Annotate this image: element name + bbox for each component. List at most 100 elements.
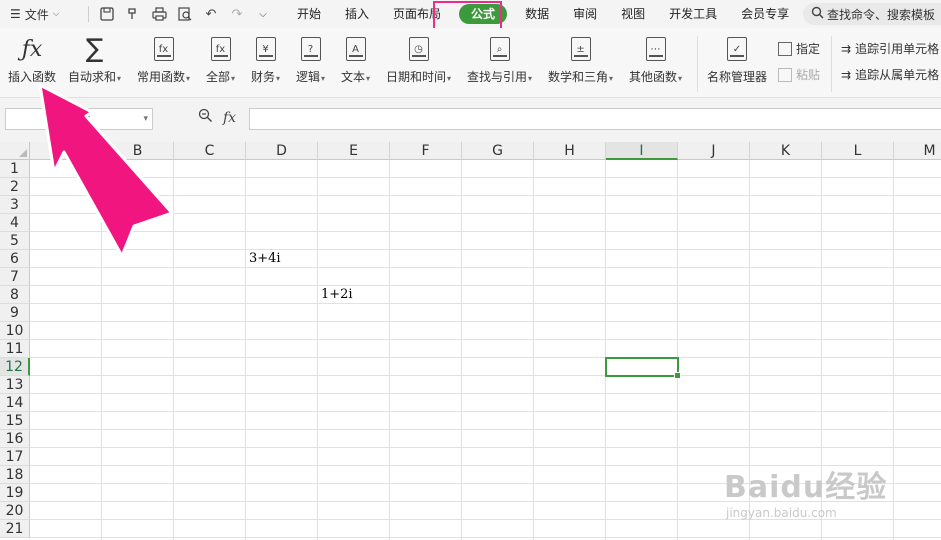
logic-functions-button[interactable]: ? 逻辑▾ bbox=[296, 34, 325, 85]
row-header-8[interactable]: 8 bbox=[0, 286, 30, 304]
plus-minus-icon: ± bbox=[570, 37, 591, 61]
tab-view[interactable]: 视图 bbox=[609, 0, 657, 28]
search-placeholder: 查找命令、搜索模板 bbox=[827, 7, 936, 22]
command-search[interactable]: 查找命令、搜索模板 bbox=[803, 3, 941, 25]
datetime-label: 日期和时间 bbox=[386, 70, 447, 84]
math-label: 数学和三角 bbox=[548, 70, 609, 84]
caret-icon: ▾ bbox=[528, 74, 533, 83]
caret-icon: ▾ bbox=[231, 74, 236, 83]
more-dots-icon: ⋯ bbox=[645, 37, 666, 61]
trace-dependents-button[interactable]: ⇉ 追踪从属单元格 bbox=[841, 66, 939, 83]
row-header-20[interactable]: 20 bbox=[0, 502, 30, 520]
redo-icon[interactable]: ↷ bbox=[225, 2, 249, 26]
tab-developer[interactable]: 开发工具 bbox=[657, 0, 729, 28]
grid-icon bbox=[778, 41, 792, 56]
format-painter-icon[interactable] bbox=[121, 2, 145, 26]
tab-member[interactable]: 会员专享 bbox=[729, 0, 801, 28]
caret-icon: ▾ bbox=[366, 74, 371, 83]
assign-name-button[interactable]: 指定 bbox=[778, 40, 820, 57]
undo-icon[interactable]: ↶ bbox=[199, 2, 223, 26]
column-header-h[interactable]: H bbox=[534, 142, 606, 160]
letter-a-icon: A bbox=[345, 37, 366, 61]
divider bbox=[831, 36, 832, 92]
chevron-down-icon: ▾ bbox=[143, 114, 148, 124]
row-header-12[interactable]: 12 bbox=[0, 358, 30, 376]
cell-d6[interactable]: 3+4i bbox=[246, 250, 281, 268]
star-function-icon: fx bbox=[153, 37, 174, 61]
row-header-7[interactable]: 7 bbox=[0, 268, 30, 286]
column-header-k[interactable]: K bbox=[750, 142, 822, 160]
column-header-g[interactable]: G bbox=[462, 142, 534, 160]
row-header-4[interactable]: 4 bbox=[0, 214, 30, 232]
selected-cell[interactable] bbox=[605, 357, 681, 379]
file-menu-label: 文件 bbox=[24, 7, 49, 22]
row-header-17[interactable]: 17 bbox=[0, 448, 30, 466]
name-manager-button[interactable]: ✓ 名称管理器 bbox=[707, 34, 767, 85]
name-manager-label: 名称管理器 bbox=[707, 70, 768, 84]
row-header-5[interactable]: 5 bbox=[0, 232, 30, 250]
row-header-1[interactable]: 1 bbox=[0, 160, 30, 178]
row-header-14[interactable]: 14 bbox=[0, 394, 30, 412]
customize-toolbar-icon[interactable]: ⌵ bbox=[251, 2, 275, 26]
column-header-e[interactable]: E bbox=[318, 142, 390, 160]
formula-input[interactable] bbox=[249, 108, 941, 130]
column-header-l[interactable]: L bbox=[822, 142, 894, 160]
print-preview-icon[interactable] bbox=[173, 2, 197, 26]
print-icon[interactable] bbox=[147, 2, 171, 26]
text-functions-button[interactable]: A 文本▾ bbox=[341, 34, 370, 85]
finance-functions-button[interactable]: ¥ 财务▾ bbox=[251, 34, 280, 85]
row-header-2[interactable]: 2 bbox=[0, 178, 30, 196]
column-header-j[interactable]: J bbox=[678, 142, 750, 160]
column-header-b[interactable]: B bbox=[102, 142, 174, 160]
column-header-m[interactable]: M bbox=[894, 142, 941, 160]
caret-icon: ▾ bbox=[678, 74, 683, 83]
insert-function-button[interactable]: ƒx 插入函数 bbox=[8, 34, 56, 85]
common-functions-button[interactable]: fx 常用函数▾ bbox=[137, 34, 190, 85]
lookup-functions-button[interactable]: ⌕ 查找与引用▾ bbox=[467, 34, 532, 85]
row-header-18[interactable]: 18 bbox=[0, 466, 30, 484]
datetime-functions-button[interactable]: ◷ 日期和时间▾ bbox=[386, 34, 451, 85]
all-functions-button[interactable]: fx 全部▾ bbox=[206, 34, 235, 85]
math-functions-button[interactable]: ± 数学和三角▾ bbox=[548, 34, 613, 85]
row-header-13[interactable]: 13 bbox=[0, 376, 30, 394]
tab-insert[interactable]: 插入 bbox=[333, 0, 381, 28]
row-header-3[interactable]: 3 bbox=[0, 196, 30, 214]
row-header-9[interactable]: 9 bbox=[0, 304, 30, 322]
column-header-f[interactable]: F bbox=[390, 142, 462, 160]
row-header-11[interactable]: 11 bbox=[0, 340, 30, 358]
save-icon[interactable] bbox=[95, 2, 119, 26]
tab-data[interactable]: 数据 bbox=[513, 0, 561, 28]
file-menu[interactable]: ☰ 文件 ⌵ bbox=[0, 6, 80, 23]
row-header-15[interactable]: 15 bbox=[0, 412, 30, 430]
paste-name-button[interactable]: 粘贴 bbox=[778, 66, 820, 83]
column-header-d[interactable]: D bbox=[246, 142, 318, 160]
row-header-16[interactable]: 16 bbox=[0, 430, 30, 448]
column-header-c[interactable]: C bbox=[174, 142, 246, 160]
yen-icon: ¥ bbox=[255, 37, 276, 61]
trace-dependents-icon: ⇉ bbox=[841, 67, 852, 82]
clipboard-icon bbox=[778, 67, 792, 82]
divider bbox=[697, 36, 698, 92]
tab-home[interactable]: 开始 bbox=[285, 0, 333, 28]
row-header-21[interactable]: 21 bbox=[0, 520, 30, 538]
row-header-6[interactable]: 6 bbox=[0, 250, 30, 268]
paste-label: 粘贴 bbox=[796, 68, 821, 82]
cell-e8[interactable]: 1+2i bbox=[318, 286, 353, 304]
other-functions-button[interactable]: ⋯ 其他函数▾ bbox=[629, 34, 682, 85]
all-functions-label: 全部 bbox=[206, 70, 231, 84]
row-header-19[interactable]: 19 bbox=[0, 484, 30, 502]
zoom-icon[interactable] bbox=[198, 108, 213, 127]
column-header-a[interactable]: A bbox=[30, 142, 102, 160]
row-header-10[interactable]: 10 bbox=[0, 322, 30, 340]
caret-icon: ▾ bbox=[276, 74, 281, 83]
select-all-corner[interactable] bbox=[0, 142, 30, 160]
column-header-i[interactable]: I bbox=[606, 142, 678, 160]
trace-precedents-button[interactable]: ⇉ 追踪引用单元格 bbox=[841, 40, 939, 57]
common-functions-label: 常用函数 bbox=[137, 70, 186, 84]
autosum-button[interactable]: ∑ 自动求和▾ bbox=[68, 34, 121, 85]
chevron-down-icon: ⌵ bbox=[52, 9, 60, 19]
name-box[interactable]: I12 ▾ bbox=[5, 108, 153, 130]
function-book-icon: fx bbox=[210, 37, 231, 61]
tab-review[interactable]: 审阅 bbox=[561, 0, 609, 28]
formula-fx-icon[interactable]: fx bbox=[223, 110, 236, 126]
